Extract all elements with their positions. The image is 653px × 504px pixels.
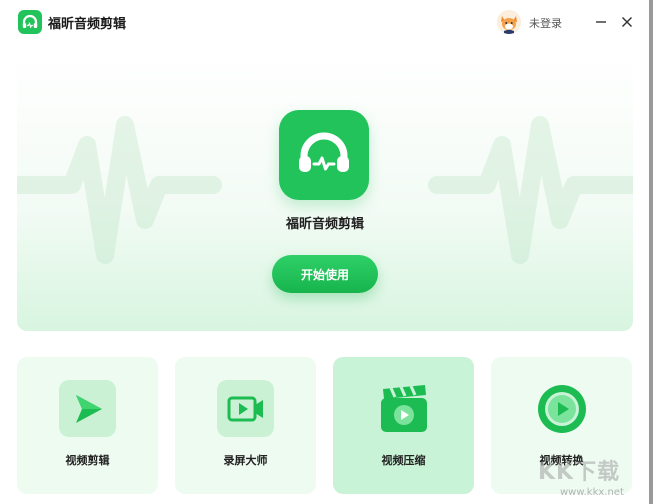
screen-record-icon (217, 380, 274, 437)
minimize-button[interactable] (591, 12, 611, 32)
watermark-text: KK下载 (538, 460, 621, 485)
video-compress-icon (375, 380, 432, 437)
feature-label: 视频剪辑 (65, 454, 110, 467)
hero-app-name: 福昕音频剪辑 (285, 217, 364, 232)
app-logo-icon (18, 10, 42, 34)
feature-label: 录屏大师 (223, 454, 268, 467)
user-avatar[interactable] (497, 10, 521, 34)
title-bar: 福昕音频剪辑 未登录 (0, 0, 653, 44)
start-button[interactable]: 开始使用 (272, 255, 378, 293)
hero-panel: 福昕音频剪辑 开始使用 (17, 50, 633, 331)
feature-card-video-edit[interactable]: 视频剪辑 (17, 357, 158, 494)
app-title: 福昕音频剪辑 (48, 17, 127, 32)
feature-card-video-compress[interactable]: 视频压缩 (333, 357, 474, 494)
feature-card-screen-record[interactable]: 录屏大师 (175, 357, 316, 494)
close-icon (622, 17, 632, 27)
video-edit-icon (59, 380, 116, 437)
video-convert-icon (533, 380, 590, 437)
close-button[interactable] (617, 12, 637, 32)
watermark-url: www.kkx.net (560, 487, 624, 498)
feature-label: 视频压缩 (381, 454, 426, 467)
window-border (649, 0, 653, 504)
headphones-app-icon (279, 110, 369, 200)
minimize-icon (596, 21, 606, 23)
watermark: KK下载 www.kkx.net (538, 452, 650, 502)
login-status-link[interactable]: 未登录 (529, 15, 562, 31)
